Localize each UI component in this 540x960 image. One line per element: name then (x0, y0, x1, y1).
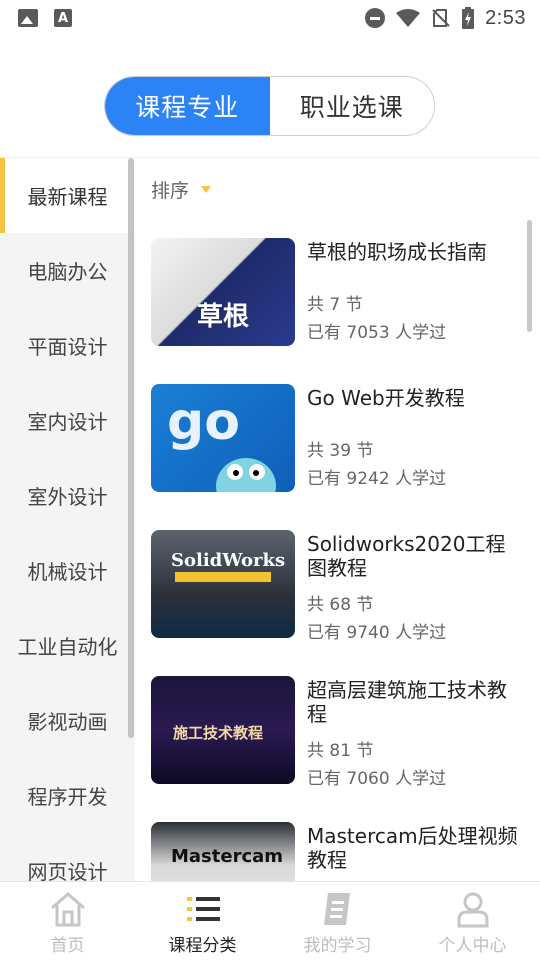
nav-my-learning[interactable]: 我的学习 (270, 882, 405, 960)
status-bar: A 2:53 (0, 0, 540, 36)
course-item[interactable]: SolidWorks Solidworks2020工程图教程 共 68 节 已有… (151, 530, 531, 676)
course-thumbnail: SolidWorks (151, 530, 295, 638)
nav-personal-center[interactable]: 个人中心 (405, 882, 540, 960)
nav-course-category-label: 课程分类 (168, 936, 237, 956)
course-list: 草根 草根的职场成长指南 共 7 节 已有 7053 人学过 go Go Web… (151, 238, 531, 881)
course-learners: 已有 7053 人学过 (307, 323, 447, 343)
course-thumbnail: Mastercam (151, 822, 295, 881)
sidebar-item-interior-design[interactable]: 室内设计 (0, 383, 135, 458)
course-learners: 已有 7060 人学过 (307, 769, 447, 789)
list-scrollbar[interactable] (527, 220, 532, 332)
tab-career-select[interactable]: 职业选课 (270, 77, 435, 135)
category-sidebar: 最新课程 电脑办公 平面设计 室内设计 室外设计 机械设计 工业自动化 影视动画… (0, 158, 135, 881)
course-learners: 已有 9740 人学过 (307, 623, 447, 643)
sidebar-item-web-design[interactable]: 网页设计 (0, 833, 135, 881)
course-item[interactable]: Mastercam Mastercam后处理视频教程 (151, 822, 531, 881)
course-thumbnail: go (151, 384, 295, 492)
course-title: 草根的职场成长指南 (307, 240, 487, 264)
category-tabs: 课程专业 职业选课 (104, 76, 435, 136)
thumbnail-caption: SolidWorks (171, 550, 286, 571)
person-icon (457, 892, 488, 928)
notebook-icon (323, 893, 350, 925)
course-lessons: 共 39 节 (307, 441, 374, 461)
wifi-icon (396, 9, 421, 27)
image-notification-icon (18, 9, 38, 27)
sidebar-item-programming[interactable]: 程序开发 (0, 758, 135, 833)
thumbnail-caption: Mastercam (171, 846, 284, 867)
home-icon (50, 892, 85, 927)
a-notification-icon: A (54, 9, 72, 27)
course-title: Mastercam后处理视频教程 (307, 824, 518, 872)
nav-home-label: 首页 (50, 936, 85, 956)
course-title: Solidworks2020工程图教程 (307, 532, 506, 580)
clock: 2:53 (485, 6, 526, 29)
sidebar-scrollbar[interactable] (128, 158, 134, 738)
gopher-icon (216, 458, 276, 492)
sort-label: 排序 (151, 180, 190, 202)
sidebar-item-mechanical-design[interactable]: 机械设计 (0, 533, 135, 608)
course-thumbnail: 施工技术教程 (151, 676, 295, 784)
nav-my-learning-label: 我的学习 (303, 936, 372, 956)
course-learners: 已有 9242 人学过 (307, 469, 447, 489)
course-thumbnail: 草根 (151, 238, 295, 346)
course-title: Go Web开发教程 (307, 386, 465, 410)
course-item[interactable]: 施工技术教程 超高层建筑施工技术教程 共 81 节 已有 7060 人学过 (151, 676, 531, 822)
caret-down-icon (201, 186, 212, 193)
sidebar-item-office[interactable]: 电脑办公 (0, 233, 135, 308)
course-lessons: 共 68 节 (307, 595, 374, 615)
thumbnail-caption: go (167, 392, 240, 452)
sidebar-item-graphic-design[interactable]: 平面设计 (0, 308, 135, 383)
thumbnail-caption: 施工技术教程 (173, 724, 264, 742)
tab-course-major[interactable]: 课程专业 (105, 77, 270, 135)
sidebar-item-film-animation[interactable]: 影视动画 (0, 683, 135, 758)
nav-home[interactable]: 首页 (0, 882, 135, 960)
sidebar-item-latest[interactable]: 最新课程 (0, 158, 135, 233)
sidebar-item-industrial-automation[interactable]: 工业自动化 (0, 608, 135, 683)
nav-personal-center-label: 个人中心 (438, 936, 507, 956)
course-item[interactable]: go Go Web开发教程 共 39 节 已有 9242 人学过 (151, 384, 531, 530)
thumbnail-caption: 草根 (197, 302, 250, 332)
sort-dropdown[interactable]: 排序 (151, 176, 212, 203)
nav-course-category[interactable]: 课程分类 (135, 882, 270, 960)
bottom-nav: 首页 课程分类 我的学习 个人中心 (0, 881, 540, 960)
do-not-disturb-icon (365, 8, 386, 28)
course-item[interactable]: 草根 草根的职场成长指南 共 7 节 已有 7053 人学过 (151, 238, 531, 384)
no-sim-icon (432, 9, 450, 27)
course-lessons: 共 7 节 (307, 295, 363, 315)
battery-charging-icon (462, 7, 475, 29)
sidebar-item-exterior-design[interactable]: 室外设计 (0, 458, 135, 533)
thumbnail-banner (175, 572, 271, 582)
list-icon (186, 897, 220, 921)
course-lessons: 共 81 节 (307, 741, 374, 761)
course-title: 超高层建筑施工技术教程 (307, 678, 507, 726)
